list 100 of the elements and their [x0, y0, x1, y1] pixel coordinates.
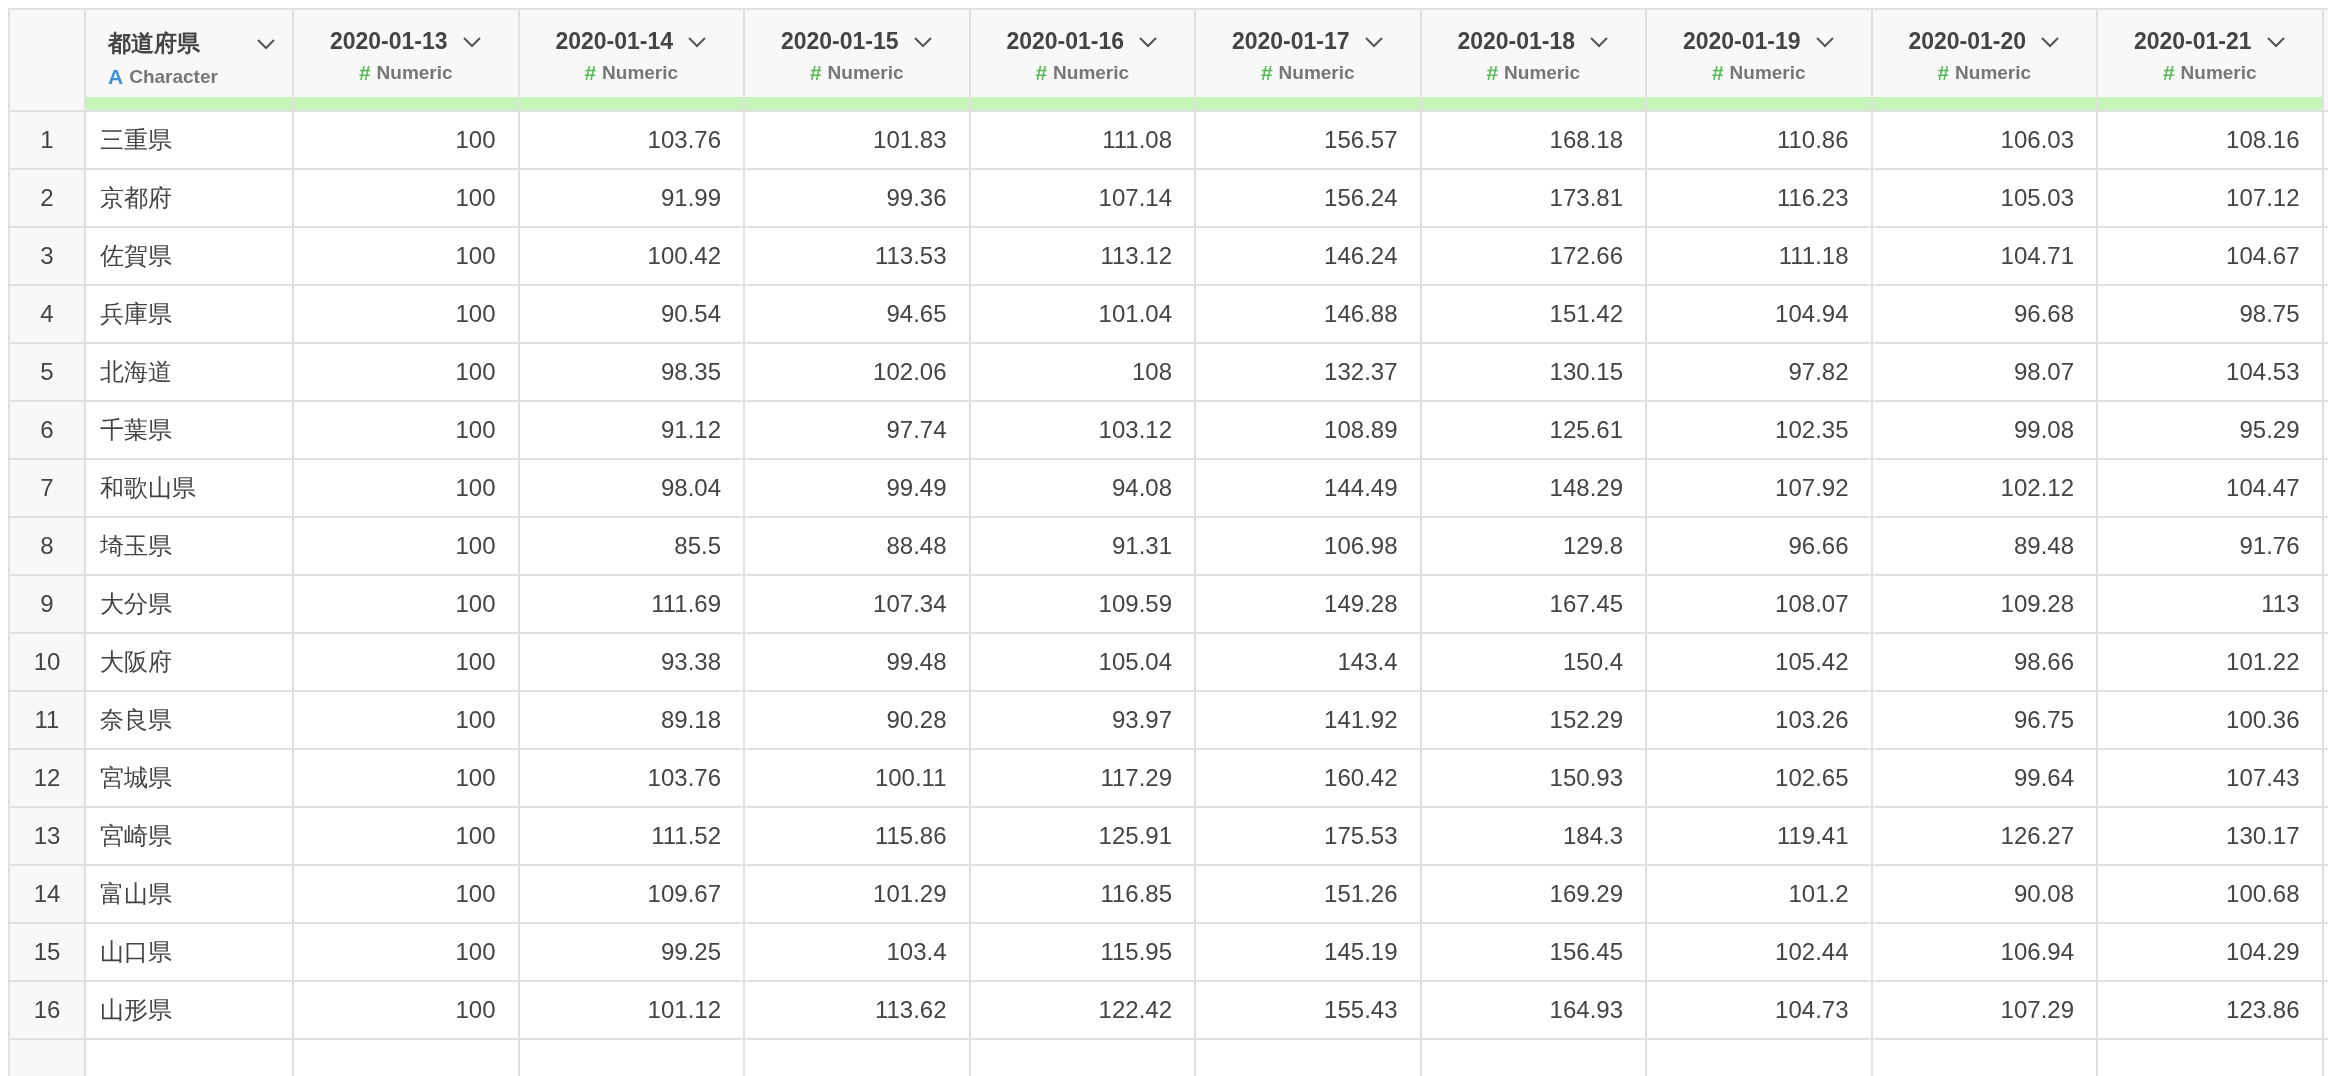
table-cell: 102.35 [1646, 401, 1872, 459]
table-cell: 106.98 [1195, 517, 1421, 575]
table-cell: 156.45 [1420, 923, 1646, 981]
chevron-down-icon[interactable] [2265, 35, 2286, 48]
column-type: Numeric [1053, 62, 1130, 84]
column-header[interactable]: 都道府県 A Character [85, 9, 293, 111]
table-cell: 大分県 [85, 575, 293, 633]
table-cell: 151.42 [1420, 285, 1646, 343]
chevron-down-icon[interactable] [1138, 35, 1159, 48]
chevron-down-icon[interactable] [1363, 35, 1384, 48]
table-cell: 101.2 [1646, 865, 1872, 923]
table-cell: 100 [293, 343, 519, 401]
table-cell: 93.38 [518, 633, 744, 691]
table-cell: 122.42 [969, 981, 1195, 1039]
table-cell: 184.3 [1420, 807, 1646, 865]
table-cell: 105.04 [969, 633, 1195, 691]
table-cell: 91.12 [518, 401, 744, 459]
column-header[interactable]: 2020-01-15 # Numeric [744, 9, 970, 111]
row-number: 7 [9, 459, 85, 517]
table-cell: 168.18 [1420, 111, 1646, 169]
table-cell: 104.67 [2097, 227, 2323, 285]
table-cell: 108.07 [1646, 575, 1872, 633]
table-cell: 143.4 [1195, 633, 1421, 691]
chevron-down-icon[interactable] [256, 37, 276, 50]
table-cell: 96.66 [1646, 517, 1872, 575]
type-icon: # [1260, 61, 1273, 85]
table-cell: 100 [293, 401, 519, 459]
table-cell: 91.76 [2097, 517, 2323, 575]
table-cell: 104.47 [2097, 459, 2323, 517]
column-header[interactable]: 2020-01-14 # Numeric [518, 9, 744, 111]
table-cell: 102.12 [1871, 459, 2097, 517]
table-cell: 104.29 [2097, 923, 2323, 981]
chevron-down-icon[interactable] [461, 35, 482, 48]
table-cell: 山口県 [85, 923, 293, 981]
chevron-down-icon[interactable] [912, 35, 933, 48]
table-cell: 和歌山県 [85, 459, 293, 517]
table-cell: 90.08 [1871, 865, 2097, 923]
table-cell: 116.23 [1646, 169, 1872, 227]
table-cell: 101.12 [518, 981, 744, 1039]
table-cell: 104.73 [1646, 981, 1872, 1039]
table-cell: 94.65 [744, 285, 970, 343]
table-cell: 123.86 [2097, 981, 2323, 1039]
table-cell: 埼玉県 [85, 517, 293, 575]
column-header[interactable]: 2020-01-18 # Numeric [1420, 9, 1646, 111]
column-title: 2020-01-16 [1006, 28, 1125, 55]
table-cell: 97.82 [1646, 343, 1872, 401]
table-cell: 150.4 [1420, 633, 1646, 691]
table-cell: 富山県 [85, 865, 293, 923]
table-cell: 三重県 [85, 111, 293, 169]
table-cell: 125.91 [969, 807, 1195, 865]
table-cell: 107.43 [2097, 749, 2323, 807]
table-cell: 148.29 [1420, 459, 1646, 517]
table-cell: 149.28 [1195, 575, 1421, 633]
column-title: 2020-01-21 [2133, 28, 2252, 55]
table-cell: 千葉県 [85, 401, 293, 459]
table-cell: 99.48 [744, 633, 970, 691]
table-cell: 102.06 [744, 343, 970, 401]
column-header[interactable]: 2020-01-17 # Numeric [1195, 9, 1421, 111]
table-cell: 110.86 [1646, 111, 1872, 169]
column-type: Numeric [2180, 62, 2257, 84]
table-cell: 105.42 [1646, 633, 1872, 691]
column-header[interactable]: 2020-01-20 # Numeric [1871, 9, 2097, 111]
column-header[interactable]: 2020-01-19 # Numeric [1646, 9, 1872, 111]
table-cell: 98.66 [1871, 633, 2097, 691]
table-cell: 89.48 [1871, 517, 2097, 575]
table-cell: 98.07 [1871, 343, 2097, 401]
table-cell: 100 [293, 459, 519, 517]
type-icon: # [1035, 61, 1048, 85]
table-cell: 91.31 [969, 517, 1195, 575]
table-cell: 京都府 [85, 169, 293, 227]
table-cell: 130.17 [2097, 807, 2323, 865]
type-icon: # [809, 61, 822, 85]
table-cell: 100 [293, 227, 519, 285]
table-cell: 95.29 [2097, 401, 2323, 459]
column-header[interactable]: 2020-01-21 # Numeric [2097, 9, 2323, 111]
table-cell: 102.44 [1646, 923, 1872, 981]
table-cell: 107.29 [1871, 981, 2097, 1039]
table-cell: 145.19 [1195, 923, 1421, 981]
column-header[interactable]: 2020-01-13 # Numeric [293, 9, 519, 111]
chevron-down-icon[interactable] [2040, 35, 2061, 48]
type-icon: # [1711, 61, 1724, 85]
row-number: 10 [9, 633, 85, 691]
table-cell: 107.12 [2097, 169, 2323, 227]
table-cell: 100.36 [2097, 691, 2323, 749]
chevron-down-icon[interactable] [1589, 35, 1610, 48]
column-header[interactable]: 2020-01-16 # Numeric [969, 9, 1195, 111]
type-icon: # [584, 61, 597, 85]
table-cell: 141.92 [1195, 691, 1421, 749]
chevron-down-icon[interactable] [1814, 35, 1835, 48]
row-number: 8 [9, 517, 85, 575]
chevron-down-icon[interactable] [687, 35, 708, 48]
table-cell: 93.97 [969, 691, 1195, 749]
table-cell: 90.28 [744, 691, 970, 749]
table-cell: 100.68 [2097, 865, 2323, 923]
table-cell: 88.48 [744, 517, 970, 575]
table-cell: 98.35 [518, 343, 744, 401]
table-cell: 152.29 [1420, 691, 1646, 749]
column-title: 都道府県 [108, 29, 200, 58]
row-number: 6 [9, 401, 85, 459]
table-cell: 169.29 [1420, 865, 1646, 923]
